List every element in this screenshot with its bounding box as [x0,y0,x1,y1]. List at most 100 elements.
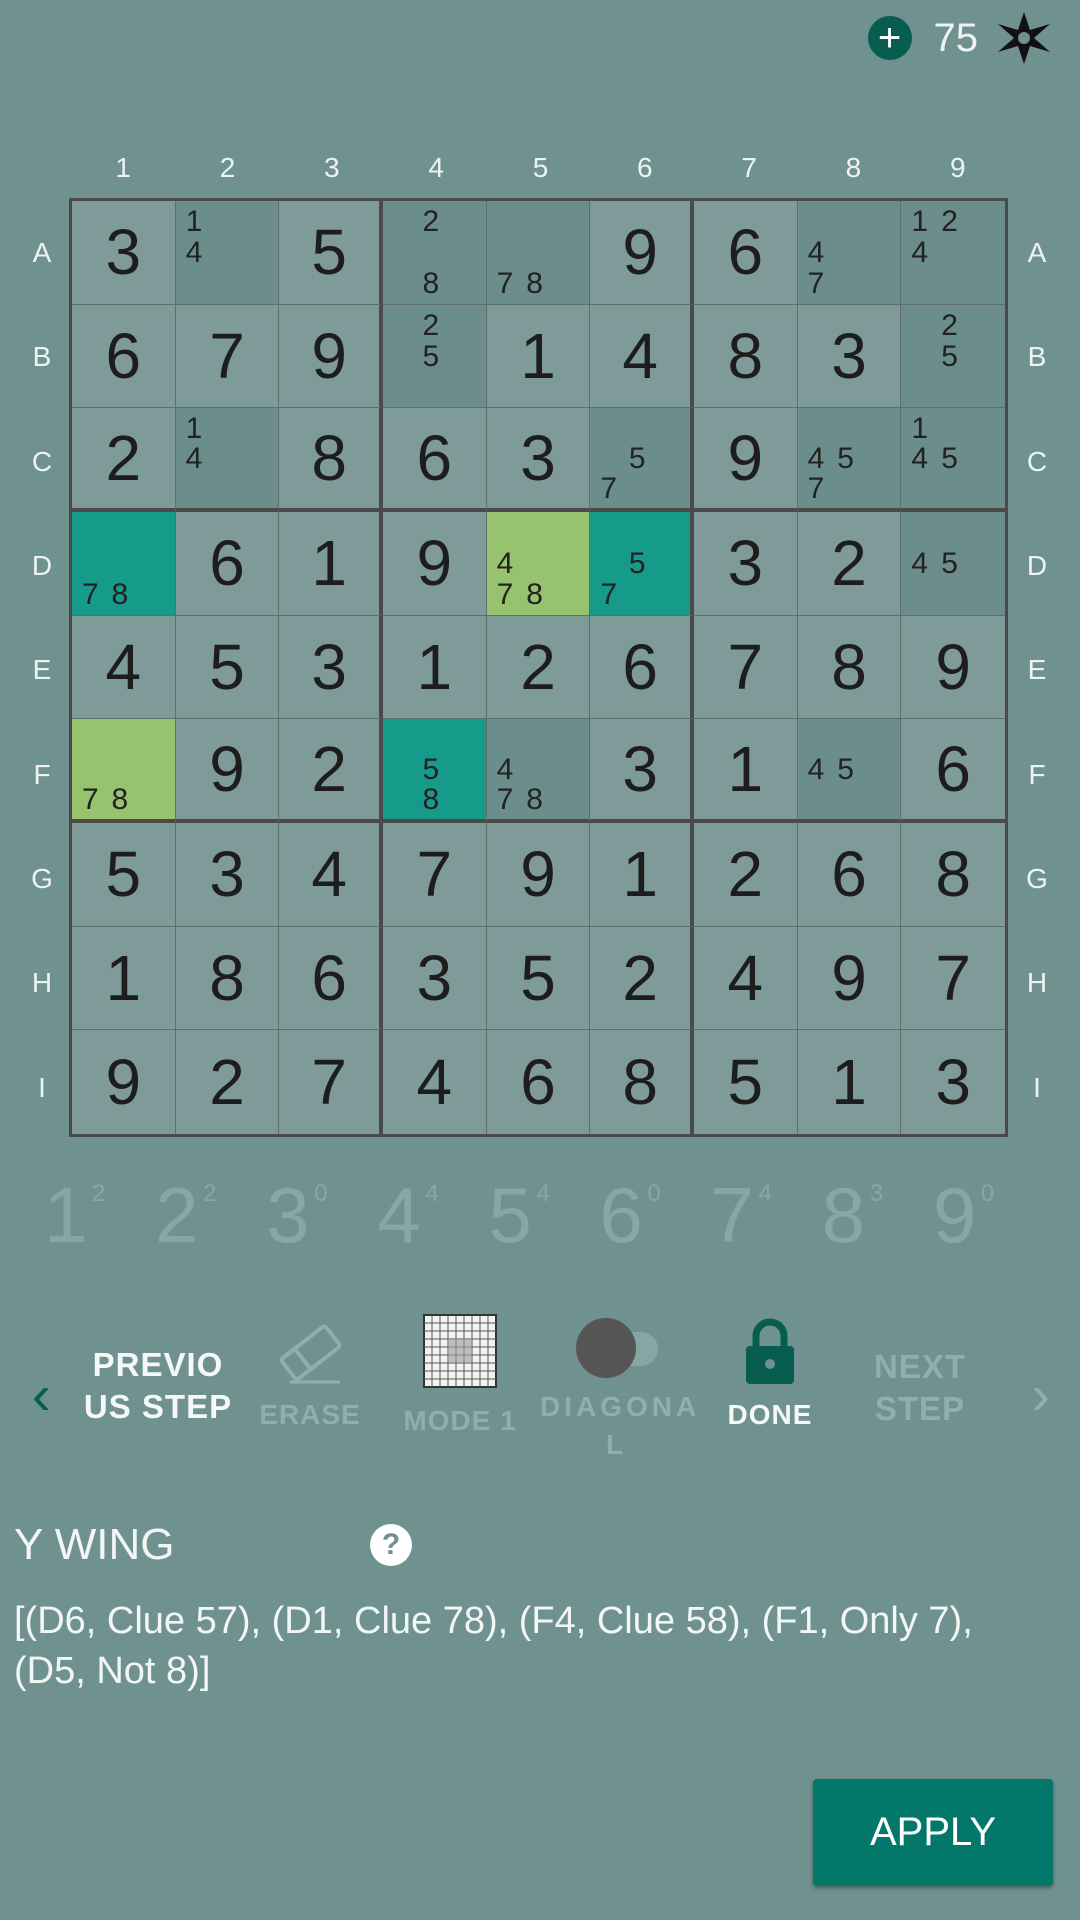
sudoku-cell[interactable]: 3 [797,304,902,409]
sudoku-cell[interactable]: 8 [175,926,280,1031]
sudoku-cell[interactable]: 8 [901,822,1005,927]
sudoku-cell[interactable]: 4 [72,615,176,720]
sudoku-cell[interactable]: 3 [901,1030,1005,1134]
sudoku-cell[interactable]: 2 [693,822,798,927]
sudoku-cell[interactable]: 8 [693,304,798,409]
sudoku-cell[interactable]: 6 [486,1030,591,1134]
sudoku-cell[interactable]: 3 [175,822,280,927]
sudoku-cell[interactable]: 7 [175,304,280,409]
sudoku-cell[interactable]: 5 [279,201,383,305]
sudoku-cell[interactable]: 58 [382,719,487,823]
number-counter[interactable]: 90 [933,1170,1044,1261]
sudoku-cell[interactable]: 4 [693,926,798,1031]
sudoku-cell[interactable]: 7 [382,822,487,927]
sudoku-cell[interactable]: 9 [797,926,902,1031]
sudoku-cell[interactable]: 9 [382,511,487,616]
sudoku-cell[interactable]: 78 [72,719,176,823]
sudoku-cell[interactable]: 1 [382,615,487,720]
sudoku-cell[interactable]: 78 [72,511,176,616]
sudoku-cell[interactable]: 478 [486,511,591,616]
sudoku-cell[interactable]: 7 [901,926,1005,1031]
sudoku-cell[interactable]: 9 [72,1030,176,1134]
sudoku-cell[interactable]: 3 [279,615,383,720]
sudoku-cell[interactable]: 3 [693,511,798,616]
done-button[interactable]: DONE [720,1318,820,1431]
sudoku-cell[interactable]: 9 [486,822,591,927]
chevron-left-icon[interactable]: ‹ [32,1362,51,1427]
sudoku-cell[interactable]: 28 [382,201,487,305]
sudoku-cell[interactable]: 3 [382,926,487,1031]
sudoku-cell[interactable]: 25 [901,304,1005,409]
sudoku-cell[interactable]: 1 [486,304,591,409]
number-counter[interactable]: 83 [822,1170,933,1261]
sudoku-cell[interactable]: 2 [175,1030,280,1134]
sudoku-cell[interactable]: 2 [279,719,383,823]
sudoku-cell[interactable]: 5 [72,822,176,927]
sudoku-cell[interactable]: 6 [72,304,176,409]
sudoku-cell[interactable]: 6 [693,201,798,305]
diagonal-toggle[interactable]: DIAGONA L [540,1314,696,1461]
number-counter[interactable]: 74 [711,1170,822,1261]
sudoku-cell[interactable]: 6 [279,926,383,1031]
next-step-button[interactable]: NEXT STEP [860,1348,980,1428]
sudoku-cell[interactable]: 5 [693,1030,798,1134]
sudoku-cell[interactable]: 6 [382,408,487,512]
number-counter[interactable]: 54 [488,1170,599,1261]
sudoku-cell[interactable]: 25 [382,304,487,409]
sudoku-cell[interactable]: 7 [693,615,798,720]
sudoku-cell[interactable]: 8 [590,1030,694,1134]
sudoku-cell[interactable]: 3 [590,719,694,823]
sudoku-cell[interactable]: 9 [901,615,1005,720]
help-icon[interactable]: ? [370,1524,412,1566]
sudoku-cell[interactable]: 6 [901,719,1005,823]
shuriken-icon[interactable] [996,10,1052,66]
sudoku-cell[interactable]: 1 [797,1030,902,1134]
add-coins-button[interactable]: + [867,16,912,60]
sudoku-cell[interactable]: 6 [797,822,902,927]
sudoku-cell[interactable]: 5 [175,615,280,720]
sudoku-cell[interactable]: 8 [797,615,902,720]
sudoku-cell[interactable]: 1 [693,719,798,823]
sudoku-cell[interactable]: 145 [901,408,1005,512]
sudoku-cell[interactable]: 457 [797,408,902,512]
sudoku-cell[interactable]: 478 [486,719,591,823]
sudoku-cell[interactable]: 9 [693,408,798,512]
sudoku-cell[interactable]: 8 [279,408,383,512]
sudoku-cell[interactable]: 2 [72,408,176,512]
sudoku-cell[interactable]: 124 [901,201,1005,305]
sudoku-cell[interactable]: 6 [175,511,280,616]
sudoku-cell[interactable]: 57 [590,408,694,512]
sudoku-cell[interactable]: 9 [175,719,280,823]
sudoku-cell[interactable]: 2 [590,926,694,1031]
number-counter[interactable]: 30 [266,1170,377,1261]
sudoku-cell[interactable]: 7 [279,1030,383,1134]
sudoku-cell[interactable]: 14 [175,201,280,305]
sudoku-cell[interactable]: 4 [590,304,694,409]
number-counter[interactable]: 22 [155,1170,266,1261]
sudoku-cell[interactable]: 9 [279,304,383,409]
sudoku-cell[interactable]: 6 [590,615,694,720]
erase-button[interactable]: ERASE [255,1316,365,1431]
sudoku-cell[interactable]: 4 [382,1030,487,1134]
chevron-right-icon[interactable]: › [1031,1362,1050,1427]
mode-button[interactable]: MODE 1 [400,1314,520,1437]
sudoku-cell[interactable]: 45 [797,719,902,823]
sudoku-cell[interactable]: 3 [486,408,591,512]
sudoku-cell[interactable]: 3 [72,201,176,305]
sudoku-cell[interactable]: 1 [279,511,383,616]
sudoku-cell[interactable]: 9 [590,201,694,305]
sudoku-cell[interactable]: 4 [279,822,383,927]
number-counter[interactable]: 12 [44,1170,155,1261]
sudoku-cell[interactable]: 2 [486,615,591,720]
number-counter[interactable]: 44 [377,1170,488,1261]
sudoku-cell[interactable]: 57 [590,511,694,616]
sudoku-cell[interactable]: 45 [901,511,1005,616]
sudoku-cell[interactable]: 1 [72,926,176,1031]
sudoku-cell[interactable]: 5 [486,926,591,1031]
sudoku-cell[interactable]: 47 [797,201,902,305]
previous-step-button[interactable]: PREVIO US STEP [78,1346,238,1426]
sudoku-cell[interactable]: 2 [797,511,902,616]
sudoku-cell[interactable]: 1 [590,822,694,927]
number-counter[interactable]: 60 [600,1170,711,1261]
apply-button[interactable]: APPLY [813,1779,1053,1886]
